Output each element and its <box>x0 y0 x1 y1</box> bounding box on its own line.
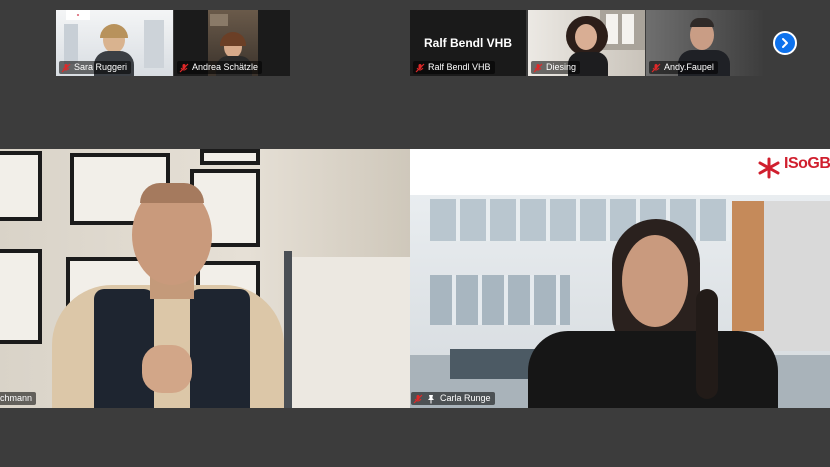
wall-picture <box>0 151 42 221</box>
chevron-right-icon <box>782 38 788 48</box>
microphone-muted-icon <box>413 394 423 403</box>
isogbw-logo: ISoGBW <box>756 155 830 195</box>
wall-picture <box>200 149 260 165</box>
participant-name-tag: Andy.Faupel <box>649 61 718 74</box>
microphone-muted-icon <box>179 63 189 72</box>
participant-tile-ralf-bendl[interactable]: Ralf Bendl VHB Ralf Bendl VHB <box>410 10 526 76</box>
participant-tile-sara-ruggeri[interactable]: ⁎ Sara Ruggeri <box>56 10 173 76</box>
participant-tile-diesing[interactable]: Diesing <box>528 10 645 76</box>
participant-name-tag: Sara Ruggeri <box>59 61 132 74</box>
video-tile-main-left[interactable]: chmann <box>0 149 410 408</box>
video-tile-main-right[interactable]: ISoGBW Carla Runge <box>410 149 830 408</box>
participant-tile-andrea-schatzle[interactable]: Andrea Schätzle <box>174 10 290 76</box>
participant-name-tag: chmann <box>0 392 37 405</box>
participant-name-tag: Diesing <box>531 61 581 74</box>
microphone-muted-icon <box>61 63 71 72</box>
participant-name-tag: Andrea Schätzle <box>177 61 263 74</box>
logo: ⁎ <box>66 10 90 20</box>
microphone-muted-icon <box>533 63 543 72</box>
participant-name-tag: Ralf Bendl VHB <box>413 61 495 74</box>
participant-name-tag: Carla Runge <box>411 392 495 405</box>
microphone-muted-icon <box>415 63 425 72</box>
participant-display-name: Ralf Bendl VHB <box>423 36 512 50</box>
microphone-muted-icon <box>651 63 661 72</box>
gallery-next-page-button[interactable] <box>773 31 797 55</box>
pin-icon <box>428 394 434 403</box>
participant-tile-andy-faupel[interactable]: Andy.Faupel <box>646 10 763 76</box>
star-logo-icon <box>758 157 780 179</box>
wall-picture <box>0 249 42 344</box>
